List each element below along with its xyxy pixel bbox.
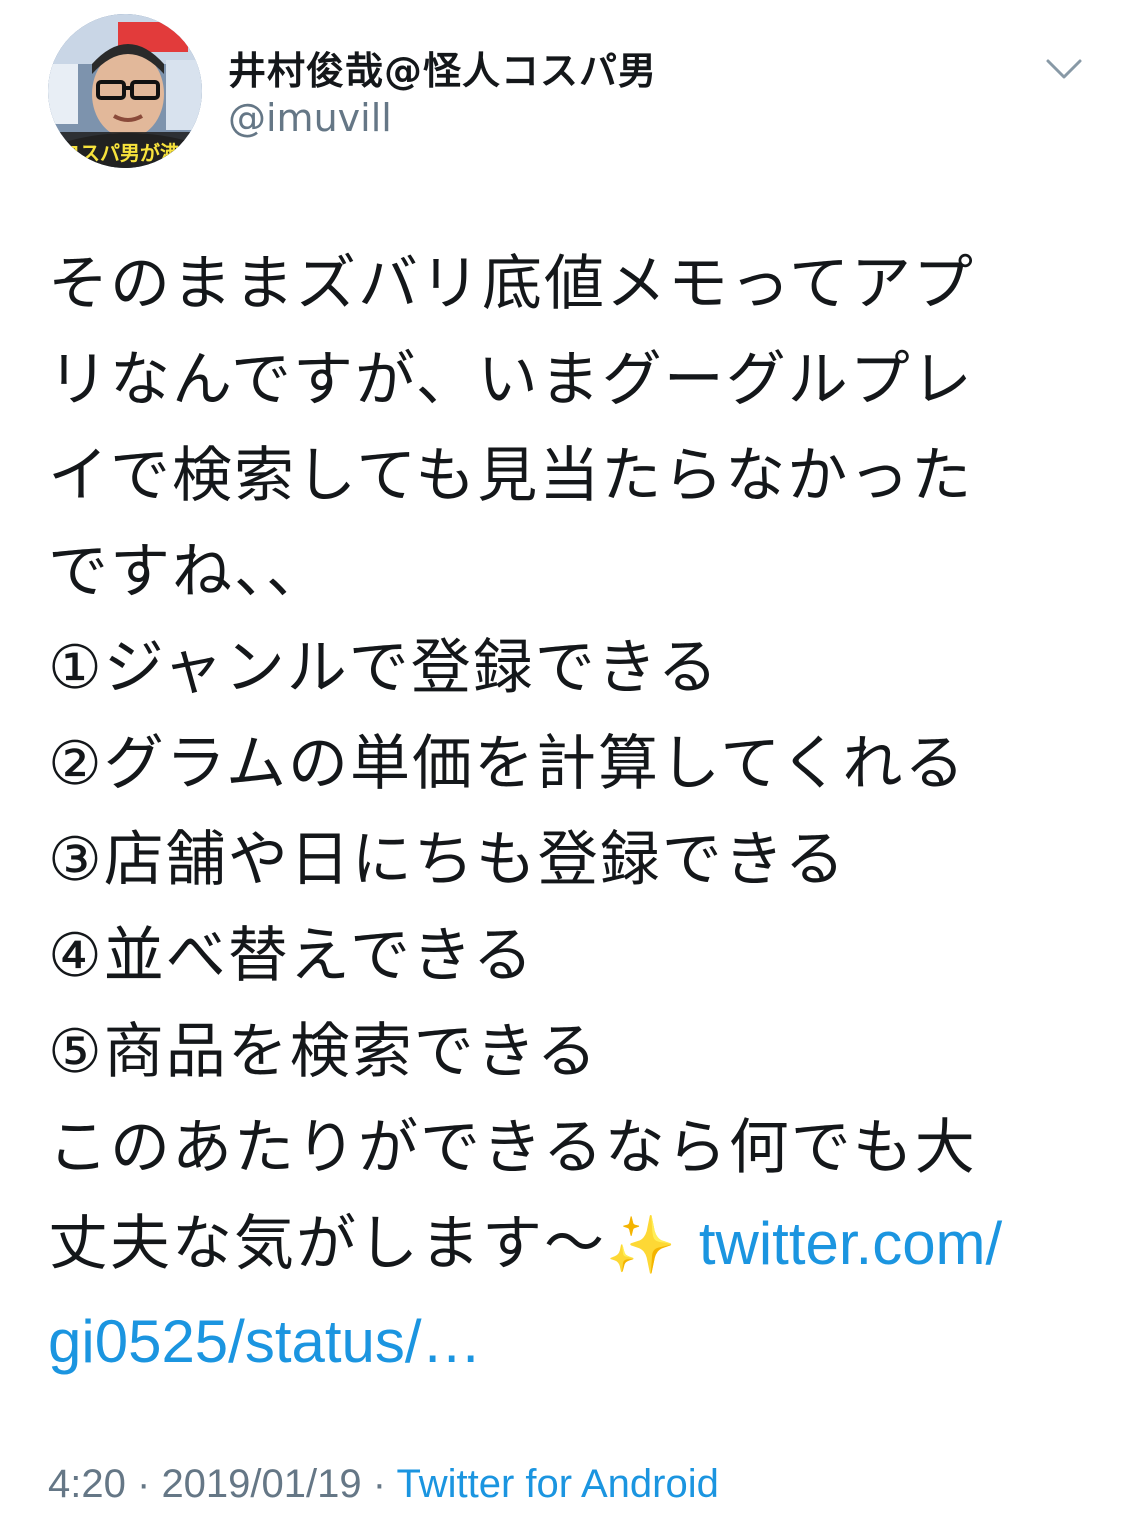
avatar[interactable]: コスパ男が沸騰！ (48, 14, 202, 168)
list-item: ⑤商品を検索できる (48, 1017, 599, 1087)
text-line: リなんですが、いまグーグルプレ (48, 345, 974, 415)
meta-separator: · (136, 1462, 151, 1506)
list-item: ④並べ替えできる (48, 921, 535, 991)
avatar-image: コスパ男が沸騰！ (48, 14, 202, 168)
feature-list: ①ジャンルで登録できる ②グラムの単価を計算してくれる ③店舗や日にちも登録でき… (48, 620, 1088, 1100)
tweet-meta: 4:20 · 2019/01/19 · Twitter for Android (48, 1462, 719, 1507)
list-item: ③店舗や日にちも登録できる (48, 825, 847, 895)
meta-separator: · (372, 1462, 387, 1506)
list-item: ①ジャンルで登録できる (48, 633, 720, 703)
tweet-header: コスパ男が沸騰！ 井村俊哉@怪人コスパ男 @imuvill (0, 0, 1125, 200)
sparkles-icon: ✨ (606, 1213, 678, 1278)
closing-text: 丈夫な気がします〜 (48, 1209, 606, 1279)
avatar-caption: コスパ男が沸騰！ (60, 141, 202, 165)
text-line: そのままズバリ底値メモってアプ (48, 249, 975, 319)
text-line: ですね、、 (48, 537, 328, 607)
tweet-time[interactable]: 4:20 (48, 1462, 126, 1506)
chevron-down-icon (1046, 59, 1082, 79)
quoted-tweet-link-cont[interactable]: gi0525/status/… (48, 1308, 482, 1375)
tweet-date[interactable]: 2019/01/19 (161, 1462, 361, 1506)
tweet-menu-button[interactable] (1036, 44, 1092, 94)
list-item: ②グラムの単価を計算してくれる (48, 729, 967, 799)
tweet-source-link[interactable]: Twitter for Android (396, 1462, 718, 1506)
tweet-text: そのままズバリ底値メモってアプ リなんですが、いまグーグルプレ イで検索しても見… (48, 236, 1088, 1390)
text-line: 丈夫な気がします〜✨ twitter.com/ (48, 1196, 1088, 1294)
quoted-tweet-link[interactable]: twitter.com/ (699, 1210, 1002, 1277)
text-line: このあたりができるなら何でも大 (48, 1113, 977, 1183)
closing-paragraph: このあたりができるなら何でも大 丈夫な気がします〜✨ twitter.com/ … (48, 1100, 1088, 1390)
intro-paragraph: そのままズバリ底値メモってアプ リなんですが、いまグーグルプレ イで検索しても見… (48, 236, 1088, 620)
user-handle[interactable]: @imuvill (228, 96, 392, 140)
text-line: イで検索しても見当たらなかった (48, 441, 974, 511)
text-line: gi0525/status/… (48, 1294, 1088, 1390)
display-name[interactable]: 井村俊哉@怪人コスパ男 (228, 40, 657, 95)
